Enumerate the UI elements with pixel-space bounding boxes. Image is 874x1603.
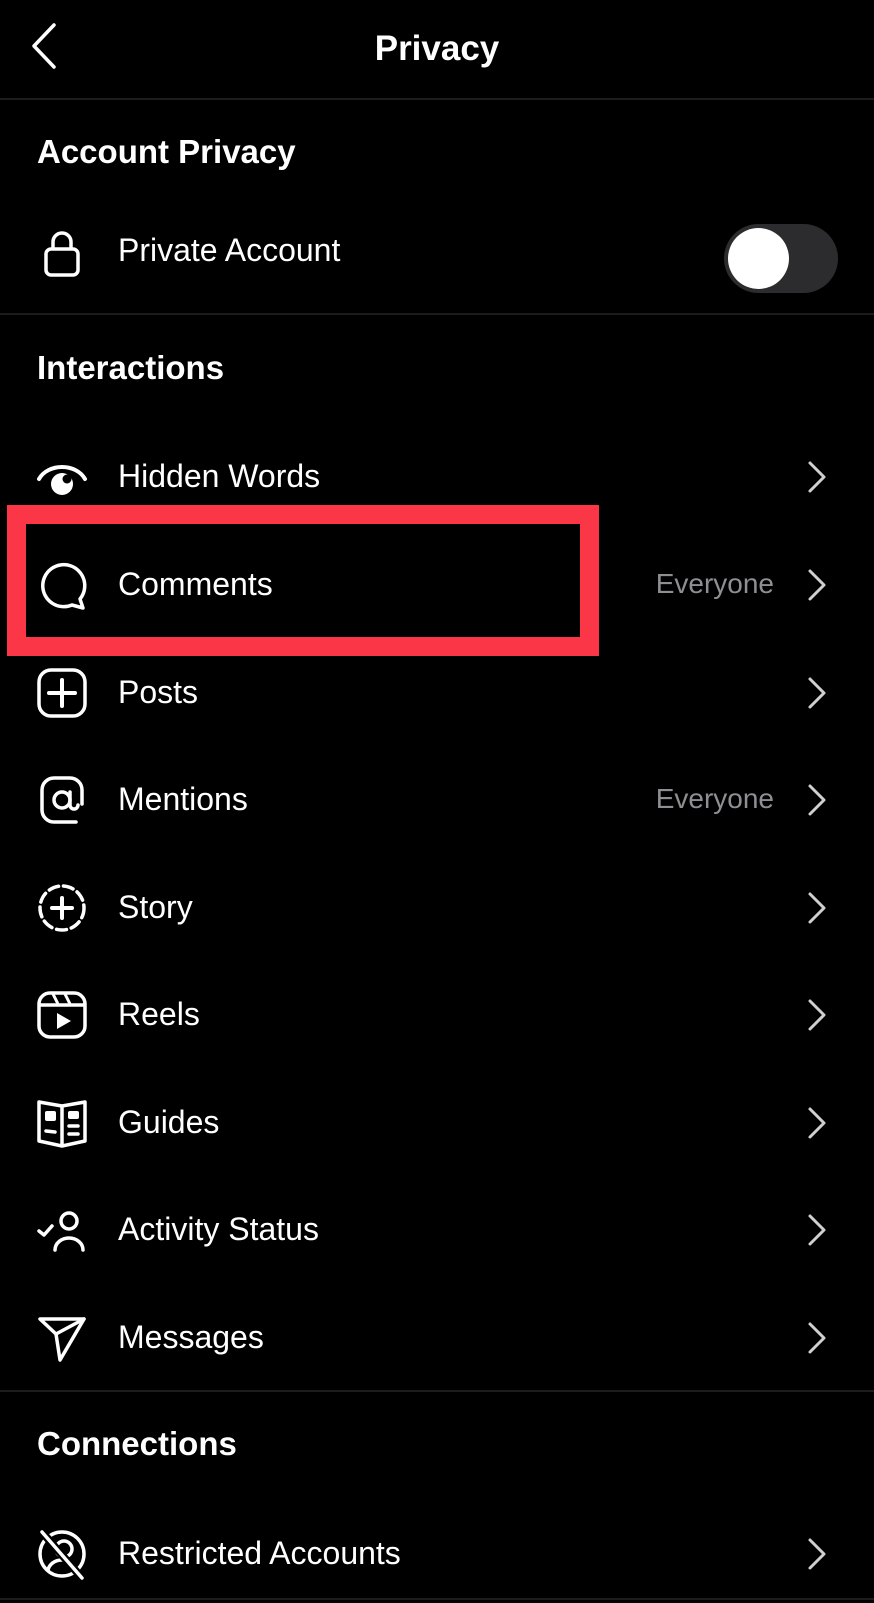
chevron-right-icon — [806, 1212, 828, 1248]
menu-item-restricted-accounts[interactable]: Restricted Accounts — [0, 1503, 874, 1603]
section-divider — [0, 1390, 874, 1392]
menu-item-label: Restricted Accounts — [118, 1535, 401, 1571]
add-post-icon — [36, 667, 88, 719]
chevron-right-icon — [806, 1105, 828, 1141]
chevron-right-icon — [806, 997, 828, 1033]
menu-item-label: Activity Status — [118, 1211, 319, 1247]
menu-item-label: Guides — [118, 1104, 220, 1140]
menu-item-guides[interactable]: Guides — [0, 1072, 874, 1172]
chevron-right-icon — [806, 890, 828, 926]
restricted-accounts-icon — [36, 1528, 88, 1580]
menu-item-story[interactable]: Story — [0, 857, 874, 957]
private-account-label: Private Account — [118, 232, 341, 268]
section-title-interactions: Interactions — [37, 349, 225, 386]
menu-item-reels[interactable]: Reels — [0, 964, 874, 1064]
paper-plane-icon — [36, 1312, 88, 1364]
comment-bubble-icon — [36, 559, 88, 611]
menu-item-label: Reels — [118, 996, 200, 1032]
hidden-words-eye-icon — [36, 451, 88, 503]
menu-item-value: Everyone — [655, 568, 774, 599]
menu-item-label: Comments — [118, 566, 273, 602]
at-mention-icon — [36, 774, 88, 826]
menu-item-label: Mentions — [118, 781, 248, 817]
reels-icon — [36, 989, 88, 1041]
section-title-account-privacy: Account Privacy — [37, 133, 296, 170]
page-title: Privacy — [374, 29, 500, 68]
section-title-connections: Connections — [37, 1425, 237, 1462]
private-account-toggle[interactable] — [724, 224, 838, 293]
nav-header: Privacy — [0, 0, 874, 99]
guides-icon — [36, 1097, 88, 1149]
menu-item-label: Posts — [118, 674, 199, 710]
menu-item-posts[interactable]: Posts — [0, 642, 874, 742]
menu-item-comments[interactable]: Comments Everyone — [0, 534, 874, 634]
chevron-right-icon — [806, 1320, 828, 1356]
chevron-right-icon — [806, 567, 828, 603]
menu-item-label: Messages — [118, 1319, 264, 1355]
toggle-knob — [728, 228, 789, 289]
add-story-icon — [36, 882, 88, 934]
section-divider — [0, 313, 874, 315]
chevron-right-icon — [806, 459, 828, 495]
header-divider — [0, 98, 874, 100]
menu-item-label: Story — [118, 889, 193, 925]
menu-item-value: Everyone — [655, 783, 774, 814]
menu-item-activity-status[interactable]: Activity Status — [0, 1179, 874, 1279]
menu-item-mentions[interactable]: Mentions Everyone — [0, 749, 874, 849]
chevron-right-icon — [806, 675, 828, 711]
menu-item-hidden-words[interactable]: Hidden Words — [0, 426, 874, 526]
chevron-right-icon — [806, 782, 828, 818]
menu-item-label: Hidden Words — [118, 458, 321, 494]
activity-status-icon — [36, 1204, 88, 1256]
chevron-right-icon — [806, 1536, 828, 1572]
lock-icon — [36, 225, 88, 277]
menu-item-messages[interactable]: Messages — [0, 1287, 874, 1387]
